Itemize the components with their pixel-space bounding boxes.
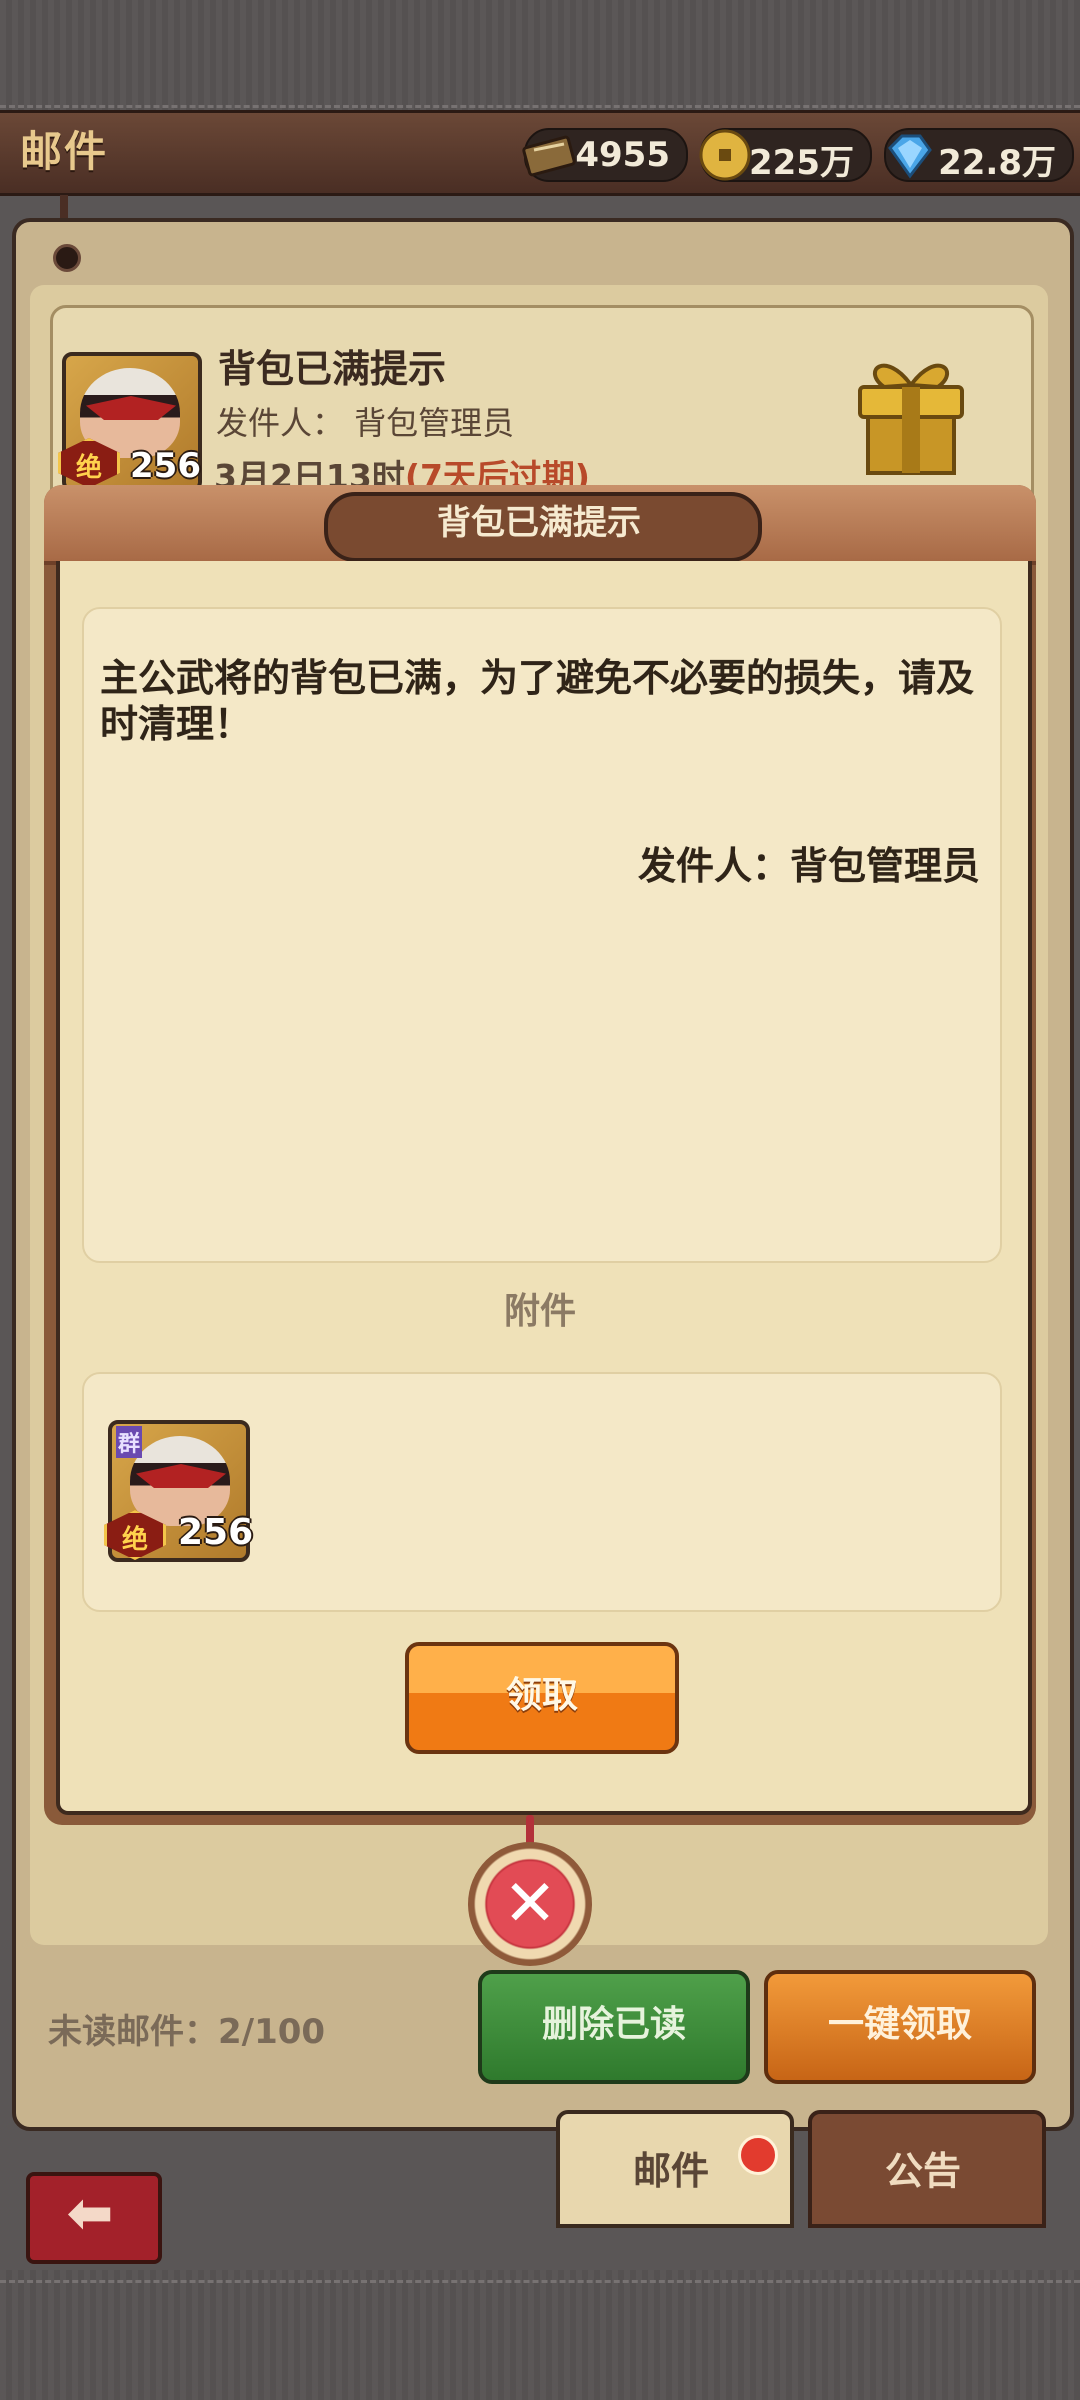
message-text: 主公武将的背包已满，为了避免不必要的损失，请及时清理！ [100,656,975,746]
avatar-level: 256 [130,446,201,486]
close-icon[interactable]: ✕ [468,1842,592,1966]
attachment-label: 附件 [503,1291,576,1332]
resource-coins[interactable]: 225万 [699,128,872,183]
notification-dot [738,2135,778,2175]
message-sender: 发件人：背包管理员 [637,844,980,888]
faction-tag: 群 [116,1426,143,1458]
diamond-icon [888,134,932,179]
claim-button[interactable]: 领取 [405,1642,679,1754]
mail-title: 背包已满提示 [218,347,447,391]
resource-tickets[interactable]: 4955 [522,128,688,182]
popup-title: 背包已满提示 [437,503,641,543]
resource-diamonds[interactable]: 22.8万 [884,128,1074,183]
attachment-level: 256 [178,1512,254,1553]
gift-icon [858,363,964,475]
claim-all-button[interactable]: 一键领取 [764,1970,1036,2084]
pin-head [53,244,81,272]
coin-icon [699,129,751,181]
back-arrow-icon[interactable]: ⬅ [26,2172,154,2256]
ticket-icon [522,135,576,177]
tab-notice-label: 公告 [884,2149,961,2193]
bottom-band [0,2270,1080,2400]
top-band [0,0,1080,110]
unread-count: 未读邮件：2/100 [48,2012,326,2052]
mail-sender: 发件人： 背包管理员 [216,404,515,442]
page-title: 邮件 [20,127,109,176]
delete-read-button[interactable]: 删除已读 [478,1970,750,2084]
